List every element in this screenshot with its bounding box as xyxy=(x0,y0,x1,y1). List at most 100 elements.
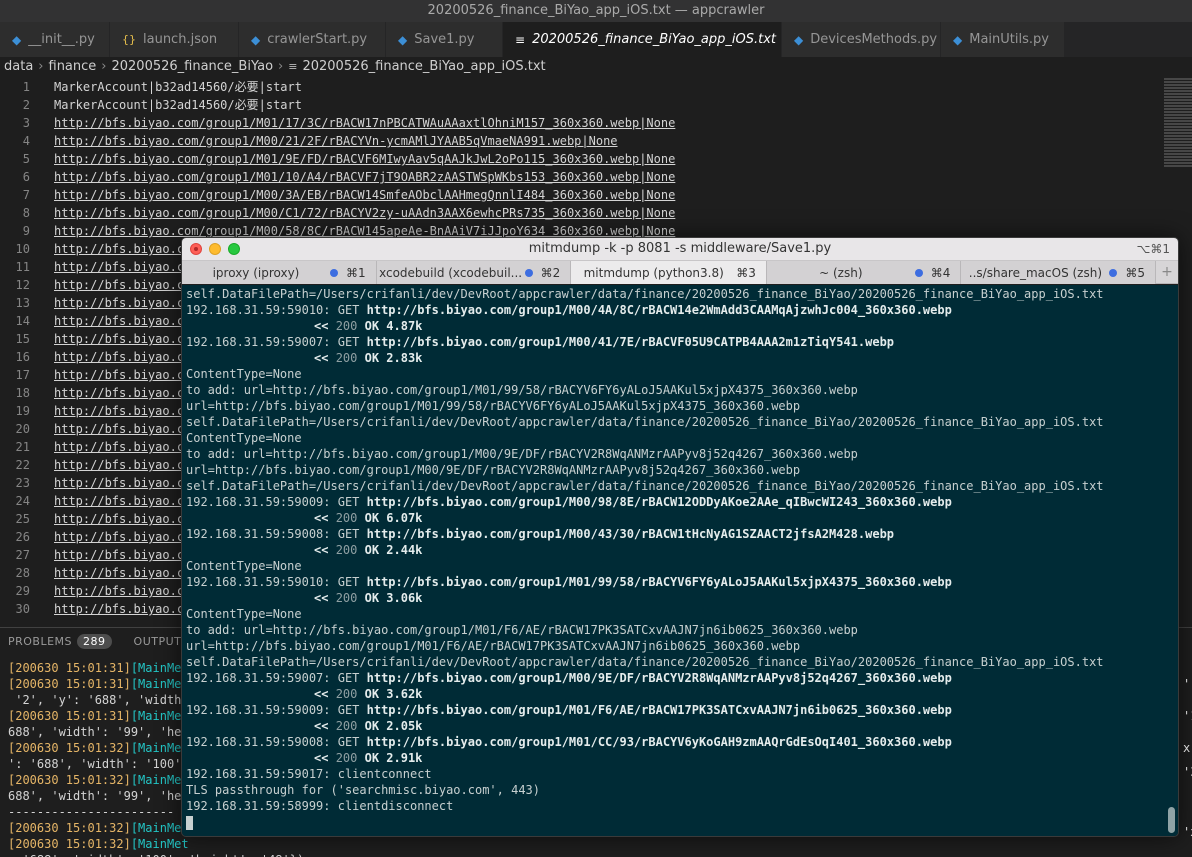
url-link[interactable]: http://bfs.biyao.c xyxy=(54,600,184,618)
url-link[interactable]: http://bfs.biyao.c xyxy=(54,438,184,456)
iterm-tab-label: xcodebuild (xcodebuil... xyxy=(379,265,523,280)
iterm-terminal[interactable]: self.DataFilePath=/Users/crifanli/dev/De… xyxy=(182,285,1178,836)
line-number: 19 xyxy=(15,404,30,418)
response-size: 3.06k xyxy=(386,591,423,605)
minimap-line xyxy=(1164,78,1192,80)
tab-problems[interactable]: PROBLEMS 289 xyxy=(8,634,112,649)
log-module: [MainMet xyxy=(130,709,189,723)
terminal-line: 192.168.31.59:59009: GET http://bfs.biya… xyxy=(186,702,952,718)
tab-launch-json[interactable]: {} launch.json xyxy=(110,22,239,57)
response-code: 200 xyxy=(335,591,365,605)
url-link[interactable]: http://bfs.biyao.c xyxy=(54,402,184,420)
url-link[interactable]: http://bfs.biyao.c xyxy=(54,384,184,402)
url-link[interactable]: http://bfs.biyao.c xyxy=(54,492,184,510)
tab--init-py[interactable]: ◆ __init__.py xyxy=(0,22,110,57)
editor-line[interactable]: 7 http://bfs.biyao.com/group1/M00/3A/EB/r… xyxy=(0,186,1164,204)
tab-devicesmethods-py[interactable]: ◆ DevicesMethods.py xyxy=(782,22,941,57)
line-number: 21 xyxy=(15,440,30,454)
zoom-window-button[interactable] xyxy=(228,243,240,255)
line-number: 14 xyxy=(15,314,30,328)
url-link[interactable]: http://bfs.biyao.c xyxy=(54,276,184,294)
terminal-line: to add: url=http://bfs.biyao.com/group1/… xyxy=(186,623,858,637)
tab-crawlerstart-py[interactable]: ◆ crawlerStart.py xyxy=(239,22,386,57)
breadcrumb-item[interactable]: 20200526_finance_BiYao_app_iOS.txt xyxy=(302,59,545,74)
request-url: http://bfs.biyao.com/group1/M00/41/7E/rB… xyxy=(366,335,895,349)
line-number: 27 xyxy=(15,548,30,562)
line-number: 2 xyxy=(22,98,30,112)
add-tab-button[interactable]: + xyxy=(1156,261,1178,283)
terminal-line: << 200 OK 6.07k xyxy=(314,510,422,526)
url-link[interactable]: http://bfs.biyao.c xyxy=(54,294,184,312)
url-link[interactable]: http://bfs.biyao.c xyxy=(54,564,184,582)
response-size: 4.87k xyxy=(386,319,423,333)
url-link[interactable]: http://bfs.biyao.c xyxy=(54,456,184,474)
editor-line[interactable]: 4 http://bfs.biyao.com/group1/M00/21/2F/r… xyxy=(0,132,1164,150)
iterm-titlebar[interactable]: mitmdump -k -p 8081 -s middleware/Save1.… xyxy=(182,238,1178,260)
url-link[interactable]: http://bfs.biyao.com/group1/M01/17/3C/rB… xyxy=(54,114,675,132)
url-link[interactable]: http://bfs.biyao.c xyxy=(54,420,184,438)
terminal-line: 192.168.31.59:58999: clientdisconnect xyxy=(186,799,454,813)
minimap-line xyxy=(1164,135,1192,137)
line-number: 12 xyxy=(15,278,30,292)
url-link[interactable]: http://bfs.biyao.c xyxy=(54,258,184,276)
editor-line[interactable]: 3 http://bfs.biyao.com/group1/M01/17/3C/r… xyxy=(0,114,1164,132)
close-window-button[interactable] xyxy=(190,243,202,255)
url-link[interactable]: http://bfs.biyao.com/group1/M01/10/A4/rB… xyxy=(54,168,675,186)
url-link[interactable]: http://bfs.biyao.c xyxy=(54,312,184,330)
terminal-scrollbar[interactable] xyxy=(1168,807,1175,833)
line-number: 8 xyxy=(22,206,30,220)
editor-line[interactable]: 1 MarkerAccount|b32ad14560/必要|start xyxy=(0,78,1164,96)
minimap-line xyxy=(1164,111,1192,113)
minimap-line xyxy=(1164,90,1192,92)
line-number: 22 xyxy=(15,458,30,472)
url-link[interactable]: http://bfs.biyao.c xyxy=(54,240,184,258)
url-link[interactable]: http://bfs.biyao.com/group1/M01/9E/FD/rB… xyxy=(54,150,675,168)
iterm-tab[interactable]: iproxy (iproxy) ⌘1 xyxy=(182,261,377,284)
iterm-tab-label: ..s/share_macOS (zsh) xyxy=(968,265,1103,280)
url-link[interactable]: http://bfs.biyao.com/group1/M00/21/2F/rB… xyxy=(54,132,618,150)
iterm-tab[interactable]: ~ (zsh) ⌘4 xyxy=(766,261,962,284)
url-link[interactable]: http://bfs.biyao.c xyxy=(54,474,184,492)
minimap-line xyxy=(1164,144,1192,146)
url-link[interactable]: http://bfs.biyao.com/group1/M00/C1/72/rB… xyxy=(54,204,675,222)
tab-output[interactable]: OUTPUT xyxy=(134,635,182,648)
url-link[interactable]: http://bfs.biyao.com/group1/M00/3A/EB/rB… xyxy=(54,186,675,204)
tab-save1-py[interactable]: ◆ Save1.py xyxy=(386,22,503,57)
editor-line[interactable]: 5 http://bfs.biyao.com/group1/M01/9E/FD/r… xyxy=(0,150,1164,168)
request-url: http://bfs.biyao.com/group1/M00/4A/8C/rB… xyxy=(366,303,952,317)
tab-mainutils-py[interactable]: ◆ MainUtils.py xyxy=(941,22,1065,57)
response-size: 2.83k xyxy=(386,351,423,365)
request-url: http://bfs.biyao.com/group1/M00/98/8E/rB… xyxy=(366,495,952,509)
breadcrumb-item[interactable]: finance xyxy=(49,59,97,74)
breadcrumb-item[interactable]: 20200526_finance_BiYao xyxy=(111,59,273,74)
python-icon: ◆ xyxy=(794,32,804,47)
request-prefix: 192.168.31.59:59008: GET xyxy=(186,527,367,541)
minimap[interactable] xyxy=(1164,77,1192,177)
terminal-line: 192.168.31.59:59007: GET http://bfs.biya… xyxy=(186,334,894,350)
log-timestamp: [200630 15:01:32] xyxy=(8,821,131,835)
editor-line[interactable]: 2 MarkerAccount|b32ad14560/必要|start xyxy=(0,96,1164,114)
minimize-window-button[interactable] xyxy=(209,243,221,255)
url-link[interactable]: http://bfs.biyao.c xyxy=(54,366,184,384)
url-link[interactable]: http://bfs.biyao.c xyxy=(54,510,184,528)
line-number: 28 xyxy=(15,566,30,580)
breadcrumb-item[interactable]: data xyxy=(4,59,33,74)
request-prefix: 192.168.31.59:59009: GET xyxy=(186,495,367,509)
editor-line[interactable]: 6 http://bfs.biyao.com/group1/M01/10/A4/r… xyxy=(0,168,1164,186)
request-prefix: 192.168.31.59:59007: GET xyxy=(186,335,367,349)
iterm-tab[interactable]: mitmdump (python3.8) ⌘3 xyxy=(571,261,767,284)
line-number: 20 xyxy=(15,422,30,436)
terminal-line: ': '688', 'width': '100', xyxy=(8,756,189,772)
iterm-tab[interactable]: ..s/share_macOS (zsh) ⌘5 xyxy=(961,261,1157,284)
iterm-tab[interactable]: xcodebuild (xcodebuil... ⌘2 xyxy=(376,261,572,284)
minimap-line xyxy=(1164,165,1192,167)
url-link[interactable]: http://bfs.biyao.c xyxy=(54,528,184,546)
url-link[interactable]: http://bfs.biyao.c xyxy=(54,582,184,600)
window-title: 20200526_finance_BiYao_app_iOS.txt — app… xyxy=(0,0,1192,22)
url-link[interactable]: http://bfs.biyao.c xyxy=(54,348,184,366)
tab-20200526-finance-biyao-app-ios-txt[interactable]: ≡20200526_finance_BiYao_app_iOS.txt× xyxy=(503,22,794,57)
url-link[interactable]: http://bfs.biyao.c xyxy=(54,330,184,348)
editor-line[interactable]: 8 http://bfs.biyao.com/group1/M00/C1/72/r… xyxy=(0,204,1164,222)
terminal-line: to add: url=http://bfs.biyao.com/group1/… xyxy=(186,383,858,397)
url-link[interactable]: http://bfs.biyao.c xyxy=(54,546,184,564)
